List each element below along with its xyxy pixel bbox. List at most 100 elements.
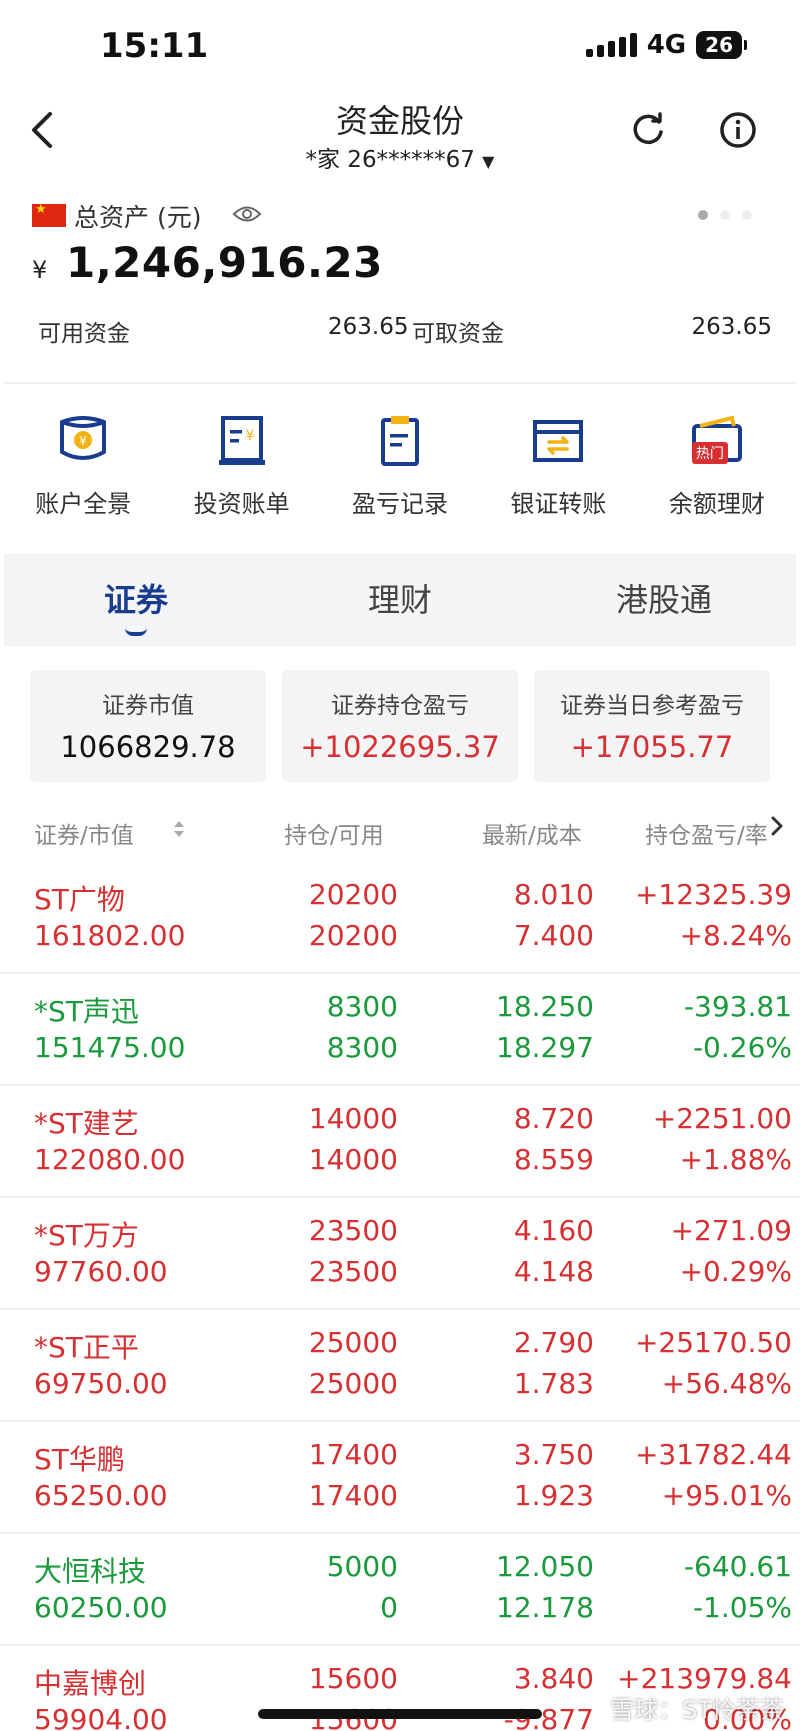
position-pnl-rate: +1.88% <box>679 1143 792 1176</box>
header-price[interactable]: 最新/成本 <box>482 816 582 850</box>
status-bar: 15:11 4G 26 <box>0 0 800 96</box>
market-value: 151475.00 <box>34 1031 186 1064</box>
quick-action-label: 余额理财 <box>668 490 765 518</box>
security-name: *ST声迅 <box>34 995 139 1028</box>
position-qty: 8300 <box>326 990 398 1023</box>
tab-wealth[interactable]: 理财 <box>268 554 532 646</box>
card-position-pnl: 证券持仓盈亏 +1022695.37 <box>282 670 518 782</box>
last-price: 12.050 <box>496 1550 594 1583</box>
available-qty: 23500 <box>308 1255 398 1288</box>
tab-hk-connect[interactable]: 港股通 <box>532 554 796 646</box>
info-icon[interactable] <box>716 108 760 152</box>
security-name: 大恒科技 <box>34 1555 147 1588</box>
page-header: 资金股份 *家 26******67 ▼ <box>0 96 800 186</box>
active-tab-indicator <box>125 628 147 636</box>
tab-label: 港股通 <box>615 581 712 619</box>
cost-price: 8.559 <box>513 1143 594 1176</box>
header-position[interactable]: 持仓/可用 <box>284 816 384 850</box>
account-number: *家 26******67 <box>305 147 475 173</box>
position-pnl-rate: +0.29% <box>679 1255 792 1288</box>
quick-actions: ¥ 账户全景 ¥ 投资账单 盈亏记录 银证转账 热门 余额理财 <box>0 384 800 554</box>
svg-text:¥: ¥ <box>245 428 254 444</box>
position-pnl: +2251.00 <box>652 1102 792 1135</box>
table-row[interactable]: 大恒科技 60250.00 5000 0 12.050 12.178 -640.… <box>0 1534 800 1646</box>
hot-badge: 热门 <box>691 442 728 464</box>
account-overview-icon: ¥ <box>60 416 107 460</box>
table-row[interactable]: *ST正平 69750.00 25000 25000 2.790 1.783 +… <box>0 1310 800 1422</box>
available-qty: 8300 <box>326 1031 398 1064</box>
quick-action-balance-wealth[interactable]: 热门 余额理财 <box>638 384 796 554</box>
tab-label: 理财 <box>367 581 432 619</box>
currency-symbol: ¥ <box>32 256 48 284</box>
home-indicator[interactable] <box>258 1709 542 1719</box>
position-pnl: +25170.50 <box>634 1326 792 1359</box>
table-row[interactable]: *ST声迅 151475.00 8300 8300 18.250 18.297 … <box>0 974 800 1086</box>
tab-securities[interactable]: 证券 <box>4 554 268 646</box>
quick-action-bank-transfer[interactable]: 银证转账 <box>479 384 637 554</box>
position-pnl: -640.61 <box>683 1550 792 1583</box>
position-qty: 5000 <box>326 1550 398 1583</box>
divider <box>4 382 796 384</box>
security-name: *ST正平 <box>34 1331 139 1364</box>
card-value: +17055.77 <box>570 730 734 764</box>
quick-action-pnl-record[interactable]: 盈亏记录 <box>321 384 479 554</box>
cost-price: 12.178 <box>496 1591 594 1624</box>
china-flag-icon <box>32 202 66 227</box>
asset-tabs: 证券 理财 港股通 <box>4 554 796 646</box>
quick-action-investment-bill[interactable]: ¥ 投资账单 <box>162 384 320 554</box>
holdings-table-header: 证券/市值 持仓/可用 最新/成本 持仓盈亏/率 <box>0 794 800 862</box>
position-pnl: +12325.39 <box>634 878 792 911</box>
quick-action-label: 账户全景 <box>35 490 132 518</box>
last-price: 8.720 <box>513 1102 594 1135</box>
last-price: 3.840 <box>513 1662 594 1695</box>
market-value: 97760.00 <box>34 1255 168 1288</box>
quick-action-label: 盈亏记录 <box>352 490 449 518</box>
table-row[interactable]: ST华鹏 65250.00 17400 17400 3.750 1.923 +3… <box>0 1422 800 1534</box>
network-type: 4G <box>646 30 687 60</box>
available-qty: 14000 <box>308 1143 398 1176</box>
page-title: 资金股份 <box>335 102 464 140</box>
position-qty: 20200 <box>308 878 398 911</box>
total-assets-label: 总资产 (元) <box>74 203 202 232</box>
cost-price: 18.297 <box>496 1031 594 1064</box>
market-value: 122080.00 <box>34 1143 186 1176</box>
bank-transfer-icon <box>533 420 584 462</box>
investment-bill-icon: ¥ <box>218 416 265 465</box>
account-selector[interactable]: *家 26******67 ▼ <box>0 140 800 174</box>
position-qty: 17400 <box>308 1438 398 1471</box>
battery-icon: 26 <box>696 31 747 59</box>
available-qty: 17400 <box>308 1479 398 1512</box>
signal-icon <box>585 33 637 57</box>
quick-action-account-overview[interactable]: ¥ 账户全景 <box>4 384 162 554</box>
status-time: 15:11 <box>100 26 209 66</box>
card-label: 证券当日参考盈亏 <box>560 693 744 719</box>
position-pnl-rate: +56.48% <box>661 1367 792 1400</box>
position-pnl-rate: -0.26% <box>692 1031 792 1064</box>
eye-icon[interactable] <box>232 202 262 226</box>
position-qty: 23500 <box>308 1214 398 1247</box>
header-security[interactable]: 证券/市值 <box>34 816 134 850</box>
card-value: 1066829.78 <box>60 730 236 764</box>
withdrawable-funds-value: 263.65 <box>691 314 772 340</box>
caret-down-icon: ▼ <box>482 152 495 171</box>
table-row[interactable]: *ST万方 97760.00 23500 23500 4.160 4.148 +… <box>0 1198 800 1310</box>
total-assets-value: 1,246,916.23 <box>66 238 383 287</box>
status-indicators: 4G 26 <box>585 30 747 60</box>
table-row[interactable]: *ST建艺 122080.00 14000 14000 8.720 8.559 … <box>0 1086 800 1198</box>
sort-icon[interactable] <box>172 818 186 840</box>
security-name: *ST建艺 <box>34 1107 139 1140</box>
svg-text:¥: ¥ <box>79 434 87 448</box>
position-qty: 25000 <box>308 1326 398 1359</box>
security-name: ST华鹏 <box>34 1443 125 1476</box>
card-label: 证券市值 <box>102 693 194 719</box>
last-price: 3.750 <box>513 1438 594 1471</box>
header-pnl[interactable]: 持仓盈亏/率 <box>645 816 768 850</box>
position-qty: 15600 <box>308 1662 398 1695</box>
available-qty: 20200 <box>308 919 398 952</box>
tab-label: 证券 <box>103 581 168 619</box>
holdings-list: ST广物 161802.00 20200 20200 8.010 7.400 +… <box>0 862 800 1731</box>
available-qty: 25000 <box>308 1367 398 1400</box>
table-row[interactable]: ST广物 161802.00 20200 20200 8.010 7.400 +… <box>0 862 800 974</box>
refresh-icon[interactable] <box>626 108 670 152</box>
chevron-right-icon[interactable] <box>768 812 786 840</box>
